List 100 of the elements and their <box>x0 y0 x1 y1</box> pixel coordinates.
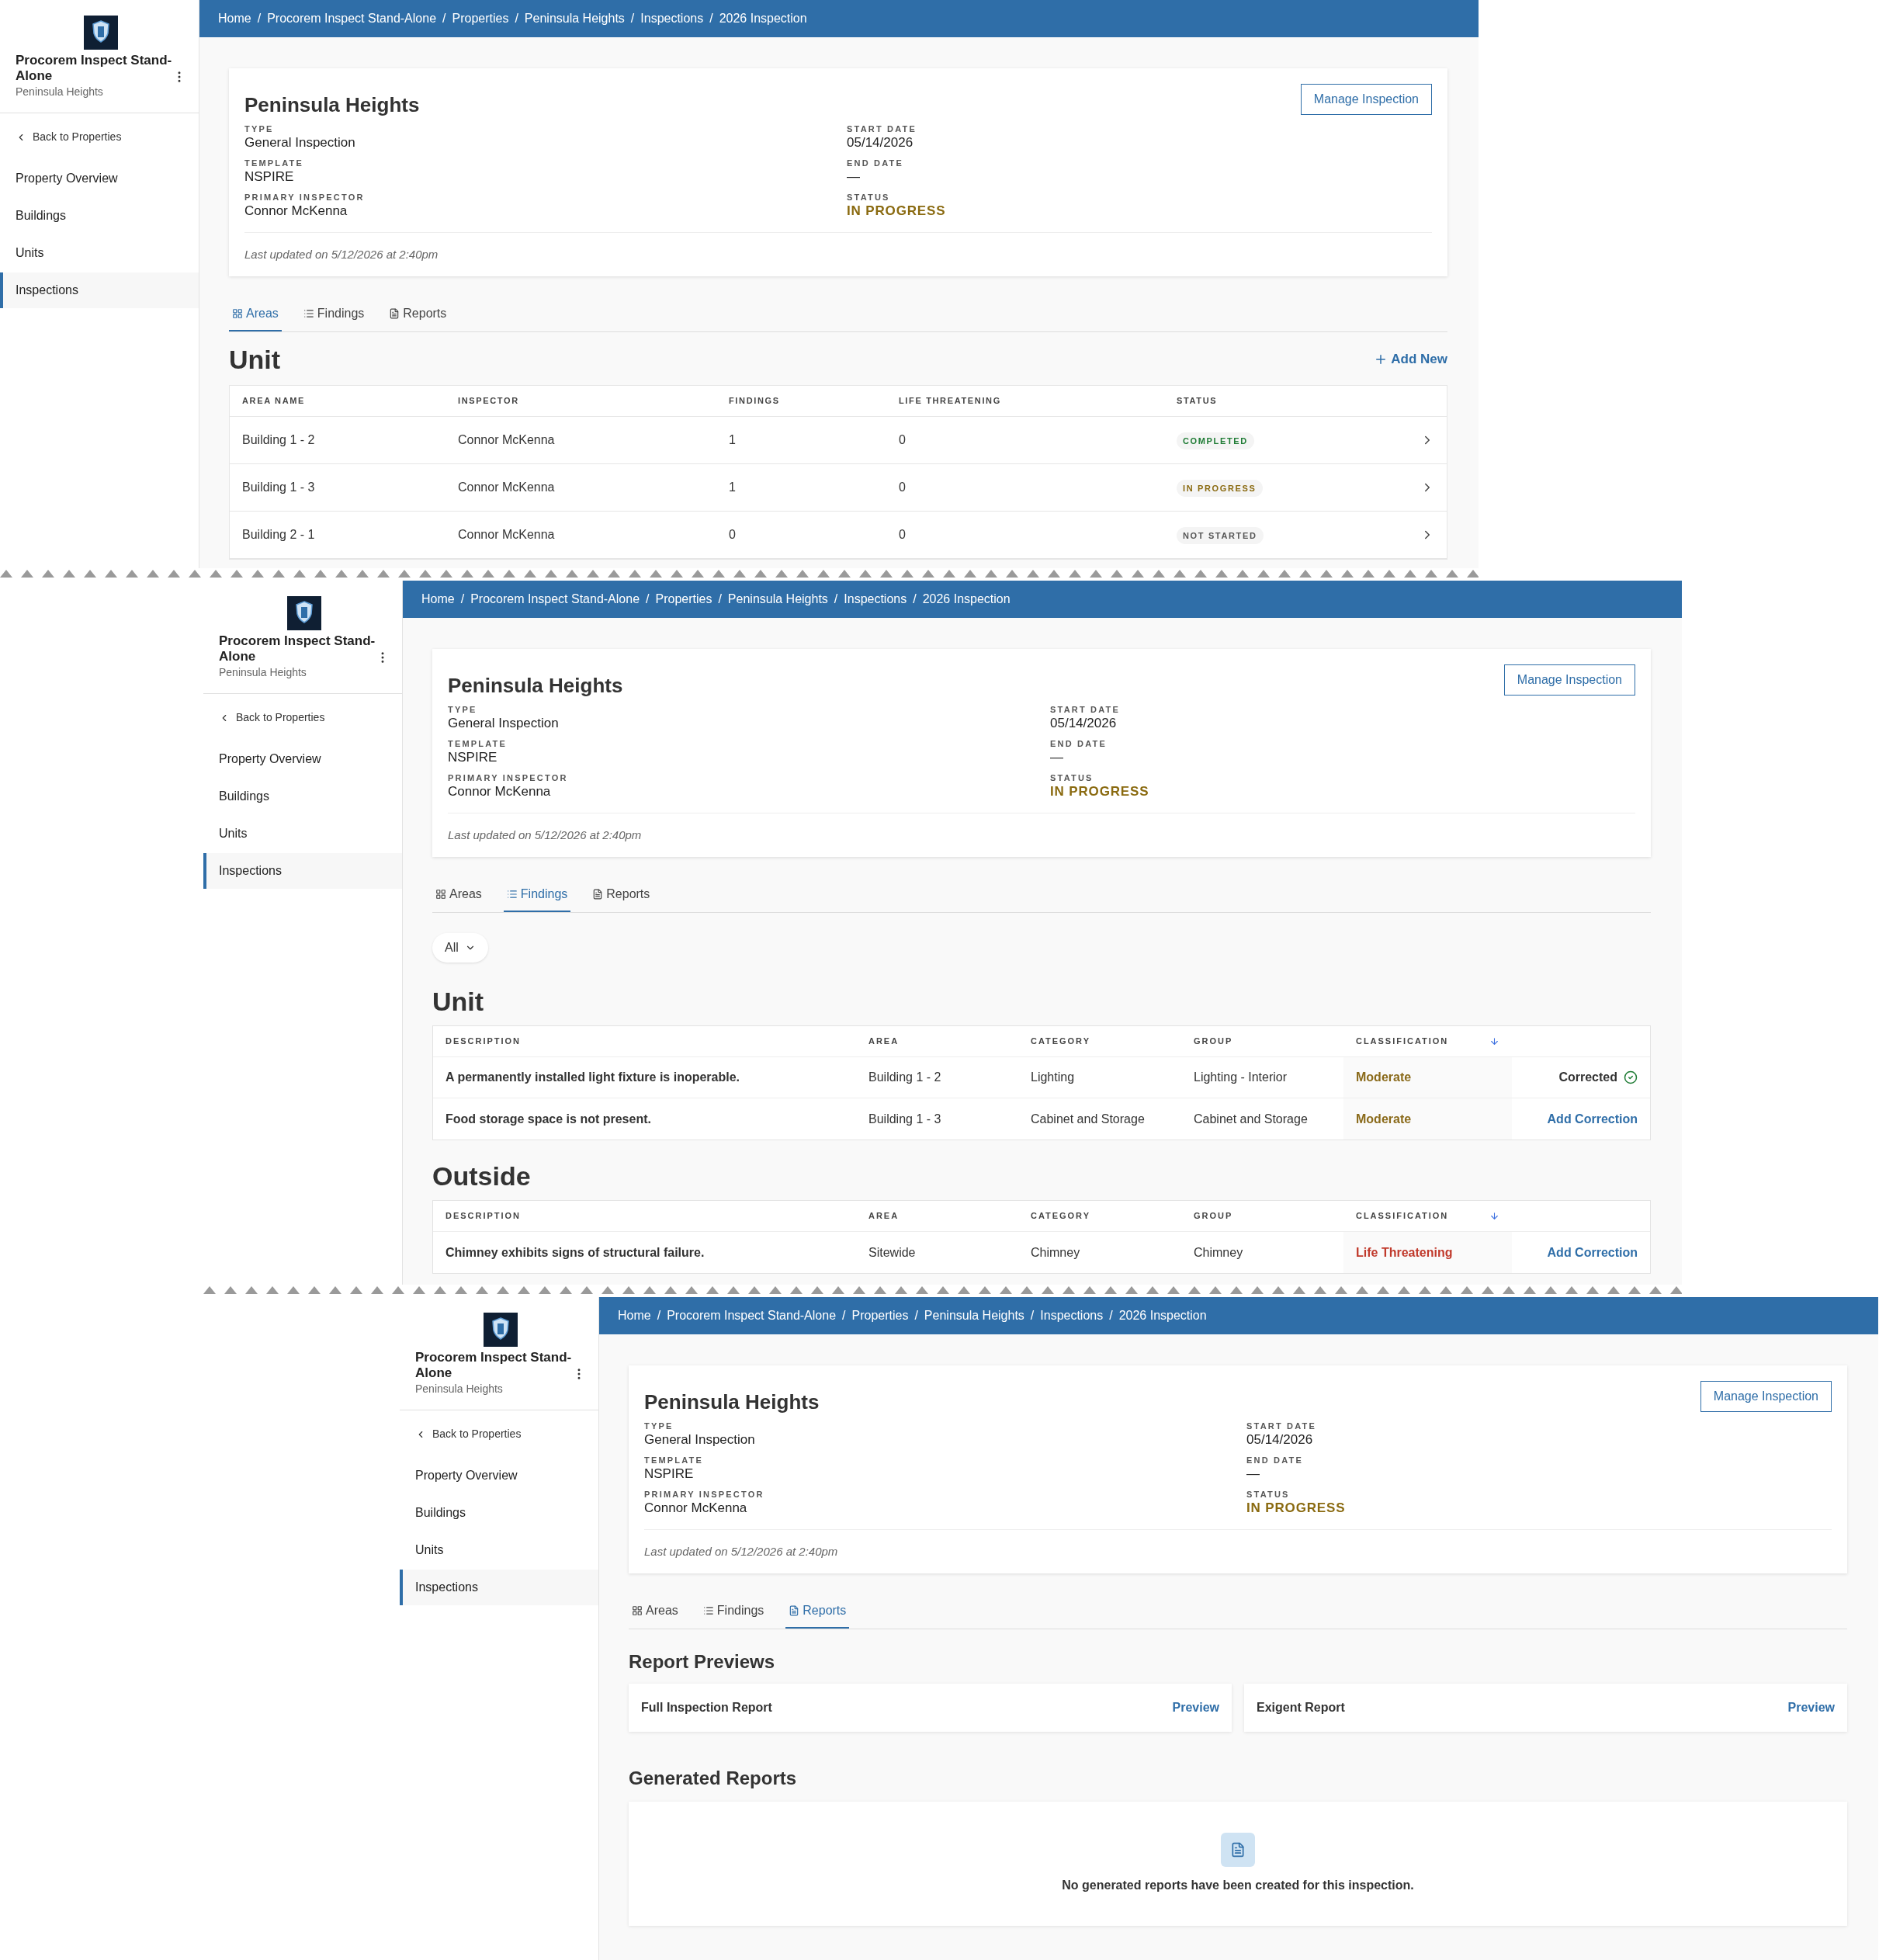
sidebar-item[interactable]: Inspections <box>400 1570 598 1605</box>
breadcrumb-link[interactable]: Home <box>218 9 251 28</box>
preview-link[interactable]: Preview <box>1172 1698 1219 1717</box>
table-cell-text: Building 1 - 2 <box>868 1070 941 1085</box>
table-cell-text: Sitewide <box>868 1244 916 1261</box>
document-icon <box>389 307 400 319</box>
table-row[interactable]: Building 1 - 3 Connor McKenna 1 0 IN PROGRESS <box>230 464 1447 512</box>
sidebar-subtitle: Peninsula Heights <box>16 85 104 99</box>
field-value: NSPIRE <box>244 168 295 186</box>
breadcrumb-link[interactable]: Peninsula Heights <box>524 9 625 28</box>
sidebar-item[interactable]: Property Overview <box>203 741 402 777</box>
manage-inspection-button[interactable]: Manage Inspection <box>1300 84 1432 115</box>
table-cell-text: Connor McKenna <box>458 432 556 448</box>
breadcrumb-link[interactable]: Properties <box>655 590 712 609</box>
column-header: AREA NAME <box>242 395 307 408</box>
field-label: STATUS <box>847 192 891 203</box>
tab[interactable]: Findings <box>503 877 571 912</box>
add-correction-link[interactable]: Add Correction <box>1547 1243 1638 1262</box>
breadcrumb-separator: / <box>630 11 635 26</box>
table-row[interactable]: Building 1 - 2 Connor McKenna 1 0 COMPLETED <box>230 417 1447 464</box>
breadcrumb-link[interactable]: Inspections <box>844 590 907 609</box>
manage-inspection-button[interactable]: Manage Inspection <box>1503 664 1635 696</box>
filter-dropdown[interactable]: All <box>432 933 488 963</box>
sort-arrow-icon[interactable] <box>1489 1036 1499 1046</box>
classification-label: Life Threatening <box>1356 1244 1453 1261</box>
column-header: DESCRIPTION <box>445 1036 521 1048</box>
breadcrumb-link[interactable]: Properties <box>452 9 509 28</box>
column-header: LIFE THREATENING <box>899 395 1002 408</box>
list-icon <box>702 1604 714 1616</box>
sidebar-item[interactable]: Inspections <box>203 853 402 889</box>
table-row[interactable]: Building 2 - 1 Connor McKenna 0 0 NOT STARTED <box>230 512 1447 559</box>
field-label: TYPE <box>244 123 275 134</box>
section-heading: Unit <box>229 343 281 376</box>
sidebar-title: Procorem Inspect Stand-Alone <box>415 1350 572 1381</box>
table-cell-text: Connor McKenna <box>458 527 556 543</box>
tab[interactable]: Reports <box>589 877 653 912</box>
sidebar-item[interactable]: Units <box>400 1532 598 1568</box>
table-cell-text: 1 <box>729 480 737 495</box>
column-header: CATEGORY <box>1031 1210 1090 1223</box>
breadcrumb-link[interactable]: Procorem Inspect Stand-Alone <box>267 9 437 28</box>
field-label: TEMPLATE <box>448 738 508 749</box>
tab[interactable]: Areas <box>229 297 282 331</box>
back-link[interactable]: Back to Properties <box>0 129 199 145</box>
breadcrumb-link[interactable]: Peninsula Heights <box>924 1306 1024 1325</box>
report-name: Full Inspection Report <box>641 1700 772 1715</box>
field-label: PRIMARY INSPECTOR <box>448 772 569 783</box>
field-value: NSPIRE <box>644 1466 695 1483</box>
breadcrumb-separator: / <box>834 591 838 607</box>
list-icon <box>303 307 314 319</box>
grid-icon <box>632 1604 643 1616</box>
field-value: IN PROGRESS <box>1050 783 1150 800</box>
inspection-title: Peninsula Heights <box>644 1389 820 1415</box>
table-cell-text: Chimney <box>1031 1244 1080 1261</box>
breadcrumb-link[interactable]: Procorem Inspect Stand-Alone <box>470 590 640 609</box>
tab[interactable]: Findings <box>300 297 368 331</box>
sidebar-item[interactable]: Property Overview <box>400 1458 598 1493</box>
sidebar-item[interactable]: Buildings <box>0 198 199 234</box>
field-label: START DATE <box>847 123 918 134</box>
add-new-button[interactable]: Add New <box>1374 349 1447 369</box>
breadcrumb-link[interactable]: Inspections <box>640 9 704 28</box>
table-cell-text: Building 1 - 2 <box>242 432 316 448</box>
breadcrumb-link[interactable]: 2026 Inspection <box>1118 1306 1207 1325</box>
tab[interactable]: Areas <box>629 1594 681 1629</box>
field-value: General Inspection <box>644 1431 756 1448</box>
preview-link[interactable]: Preview <box>1787 1698 1835 1717</box>
last-updated-text: Last updated on 5/12/2026 at 2:40pm <box>644 1545 838 1558</box>
status-badge: NOT STARTED <box>1177 526 1264 545</box>
sort-arrow-icon[interactable] <box>1489 1211 1499 1221</box>
tab[interactable]: Reports <box>386 297 450 331</box>
field-label: TEMPLATE <box>244 158 305 168</box>
tab[interactable]: Areas <box>432 877 485 912</box>
tab[interactable]: Reports <box>785 1594 850 1629</box>
breadcrumb-link[interactable]: Inspections <box>1040 1306 1104 1325</box>
breadcrumb-link[interactable]: Properties <box>851 1306 909 1325</box>
sidebar-item[interactable]: Inspections <box>0 272 199 308</box>
sidebar-item[interactable]: Buildings <box>203 779 402 814</box>
tab[interactable]: Findings <box>699 1594 768 1629</box>
breadcrumb-link[interactable]: Procorem Inspect Stand-Alone <box>667 1306 837 1325</box>
breadcrumb-link[interactable]: Home <box>421 590 455 609</box>
manage-inspection-button[interactable]: Manage Inspection <box>1700 1381 1832 1412</box>
table-cell-text: 0 <box>899 432 907 448</box>
back-link[interactable]: Back to Properties <box>203 709 402 726</box>
sidebar-item[interactable]: Units <box>203 816 402 852</box>
column-header: FINDINGS <box>729 395 781 408</box>
sidebar-item[interactable]: Buildings <box>400 1495 598 1531</box>
back-link[interactable]: Back to Properties <box>400 1426 598 1442</box>
breadcrumb-link[interactable]: Peninsula Heights <box>727 590 828 609</box>
table-cell-text: Chimney <box>1194 1244 1243 1261</box>
inspection-title: Peninsula Heights <box>244 92 420 118</box>
breadcrumb-separator: / <box>1109 1308 1113 1323</box>
column-header: CATEGORY <box>1031 1036 1090 1048</box>
sidebar-item[interactable]: Units <box>0 235 199 271</box>
sidebar-item[interactable]: Property Overview <box>0 161 199 196</box>
column-header: GROUP <box>1194 1210 1233 1223</box>
breadcrumb-link[interactable]: 2026 Inspection <box>922 590 1011 609</box>
breadcrumb-link[interactable]: 2026 Inspection <box>719 9 807 28</box>
field-value: Connor McKenna <box>448 783 552 800</box>
add-correction-link[interactable]: Add Correction <box>1547 1109 1638 1129</box>
column-header: STATUS <box>1177 395 1219 408</box>
breadcrumb-link[interactable]: Home <box>618 1306 651 1325</box>
